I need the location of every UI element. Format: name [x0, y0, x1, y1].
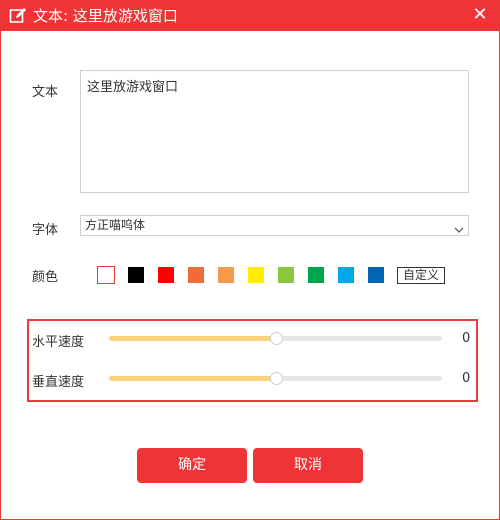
color-swatch[interactable]	[308, 267, 324, 283]
horizontal-speed-value: 0	[462, 331, 471, 346]
text-label: 文本	[32, 85, 59, 100]
cancel-button[interactable]: 取消	[253, 448, 363, 483]
close-icon: ✕	[472, 4, 488, 25]
horizontal-speed-thumb[interactable]	[270, 332, 283, 345]
color-swatch[interactable]	[278, 267, 294, 283]
close-button[interactable]: ✕	[471, 6, 489, 24]
dialog-title: 文本: 这里放游戏窗口	[33, 7, 178, 25]
color-swatch[interactable]	[338, 267, 354, 283]
horizontal-speed-label: 水平速度	[32, 335, 85, 350]
title-bar: 文本: 这里放游戏窗口 ✕	[1, 1, 499, 31]
text-settings-dialog: 文本: 这里放游戏窗口 ✕ 文本 字体 方正喵呜体 颜色 自定义 水平速度 0 …	[0, 0, 500, 520]
font-label: 字体	[32, 223, 59, 238]
color-swatch[interactable]	[128, 267, 144, 283]
speed-panel: 水平速度 0 垂直速度 0	[27, 319, 478, 402]
vertical-speed-fill	[109, 376, 276, 381]
edit-icon	[9, 7, 27, 25]
horizontal-speed-fill	[109, 336, 276, 341]
horizontal-speed-slider[interactable]	[109, 332, 442, 345]
color-label: 颜色	[32, 270, 59, 285]
vertical-speed-thumb[interactable]	[270, 372, 283, 385]
color-swatch[interactable]	[248, 267, 264, 283]
color-swatch[interactable]	[218, 267, 234, 283]
chevron-down-icon	[454, 221, 464, 233]
color-swatch[interactable]	[158, 267, 174, 283]
color-swatch[interactable]	[368, 267, 384, 283]
color-swatch[interactable]	[97, 266, 115, 284]
font-select[interactable]: 方正喵呜体	[80, 215, 469, 236]
vertical-speed-label: 垂直速度	[32, 375, 85, 390]
font-select-value: 方正喵呜体	[85, 218, 146, 232]
vertical-speed-slider[interactable]	[109, 372, 442, 385]
color-swatch[interactable]	[188, 267, 204, 283]
vertical-speed-value: 0	[462, 371, 471, 386]
custom-color-button[interactable]: 自定义	[397, 267, 445, 284]
confirm-button[interactable]: 确定	[137, 448, 247, 483]
text-input[interactable]	[80, 70, 469, 193]
